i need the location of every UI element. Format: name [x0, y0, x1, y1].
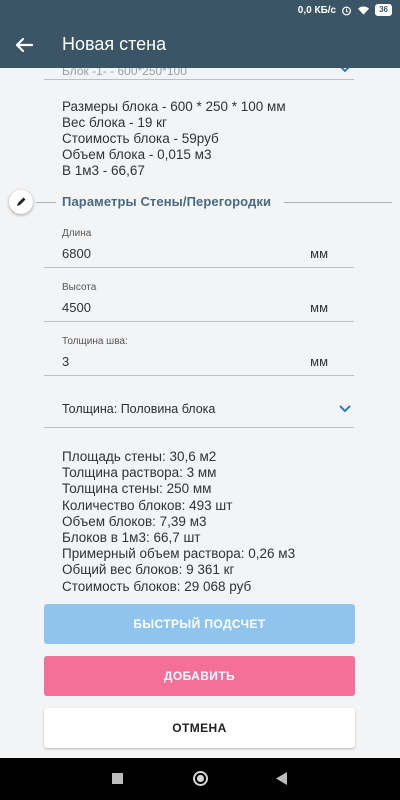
chevron-down-icon	[339, 405, 351, 413]
result-line: Толщина стены: 250 мм	[62, 481, 212, 497]
block-info-line: В 1м3 - 66,67	[62, 163, 145, 178]
result-line: Толщина раствора: 3 мм	[62, 465, 217, 481]
block-info-line: Вес блока - 19 кг	[62, 115, 167, 130]
pencil-icon	[17, 197, 26, 206]
block-selector-value: Блок -1- - 600*250*100	[62, 68, 187, 78]
wifi-icon	[358, 6, 370, 15]
height-unit: мм	[310, 300, 328, 315]
length-field[interactable]: Длина 6800 мм	[44, 222, 354, 268]
home-icon[interactable]	[192, 770, 209, 787]
result-line: Блоков в 1м3: 66,7 шт	[62, 530, 201, 546]
block-selector[interactable]: Блок -1- - 600*250*100	[44, 68, 354, 80]
height-label: Высота	[62, 282, 97, 293]
results-list: Площадь стены: 30,6 м2 Толщина раствора:…	[62, 449, 295, 595]
content-area[interactable]: Блок -1- - 600*250*100 Размеры блока - 6…	[0, 68, 400, 758]
thickness-selector[interactable]: Толщина: Половина блока	[44, 390, 354, 428]
network-speed: 0,0 КБ/с	[297, 4, 337, 16]
length-input[interactable]: 6800	[62, 246, 91, 261]
recents-icon[interactable]	[112, 773, 123, 784]
alarm-icon	[342, 6, 352, 15]
section-header: Параметры Стены/Перегородки	[0, 188, 400, 216]
divider	[284, 202, 392, 203]
cancel-button[interactable]: ОТМЕНА	[44, 708, 355, 748]
block-info-line: Стоимость блока - 59руб	[62, 131, 219, 146]
thickness-selector-label: Толщина: Половина блока	[62, 402, 216, 416]
back-icon[interactable]	[276, 772, 287, 785]
edit-button[interactable]	[9, 190, 33, 214]
seam-label: Толщина шва:	[62, 336, 128, 347]
block-info: Размеры блока - 600 * 250 * 100 мм Вес б…	[62, 99, 286, 179]
result-line: Стоимость блоков: 29 068 руб	[62, 578, 252, 594]
result-line: Количество блоков: 493 шт	[62, 497, 233, 513]
height-input[interactable]: 4500	[62, 300, 91, 315]
length-unit: мм	[310, 246, 328, 261]
battery-icon: 36	[375, 4, 392, 16]
block-info-line: Объем блока - 0,015 м3	[62, 147, 212, 162]
seam-field[interactable]: Толщина шва: 3 мм	[44, 330, 354, 376]
divider	[36, 202, 56, 203]
block-info-line: Размеры блока - 600 * 250 * 100 мм	[62, 99, 286, 114]
result-line: Примерный объем раствора: 0,26 м3	[62, 546, 296, 562]
result-line: Общий вес блоков: 9 361 кг	[62, 562, 235, 578]
chevron-down-icon	[340, 68, 350, 73]
height-field[interactable]: Высота 4500 мм	[44, 276, 354, 322]
section-title: Параметры Стены/Перегородки	[62, 194, 272, 209]
arrow-back-icon[interactable]	[10, 31, 38, 59]
page-title: Новая стена	[62, 34, 167, 54]
navigation-bar	[0, 758, 400, 800]
quick-calc-button[interactable]: БЫСТРЫЙ ПОДСЧЕТ	[44, 604, 355, 644]
result-line: Площадь стены: 30,6 м2	[62, 449, 217, 464]
result-line: Объем блоков: 7,39 м3	[62, 513, 207, 529]
seam-unit: мм	[310, 354, 328, 369]
status-bar: 0,0 КБ/с 36	[0, 0, 400, 22]
length-label: Длина	[62, 228, 92, 239]
app-bar: Новая стена	[0, 22, 400, 68]
add-button[interactable]: ДОБАВИТЬ	[44, 656, 355, 696]
seam-input[interactable]: 3	[62, 354, 69, 369]
